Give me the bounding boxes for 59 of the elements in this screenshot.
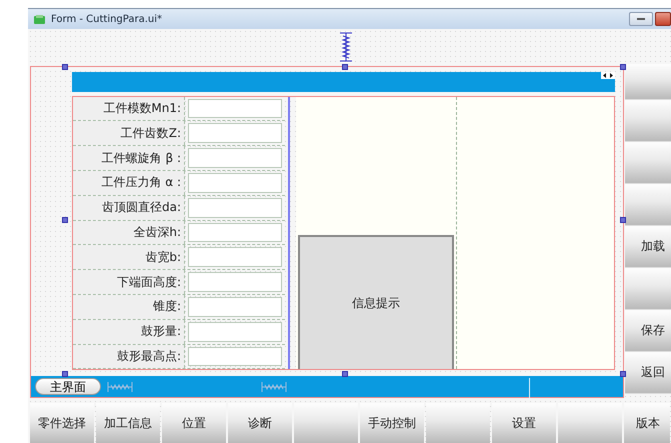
field-label: 下端面高度: <box>73 270 185 294</box>
field-label: 工件模数Mn1: <box>73 96 185 120</box>
nav-button[interactable]: 诊断 <box>228 403 292 443</box>
minimize-icon <box>637 18 645 20</box>
input-field[interactable] <box>188 297 282 317</box>
field-label: 锥度: <box>73 295 185 319</box>
field-label: 工件螺旋角 β : <box>73 146 185 170</box>
nav-button[interactable]: 版本 <box>624 403 670 443</box>
resize-handle[interactable] <box>62 217 68 223</box>
spacer-icon <box>338 32 352 62</box>
info-label: 信息提示 <box>352 294 400 312</box>
nav-button[interactable]: 加工信息 <box>96 403 160 443</box>
window-title: Form - CuttingPara.ui* <box>51 14 164 24</box>
input-field[interactable] <box>188 98 282 118</box>
field-label: 鼓形最高点: <box>73 344 185 368</box>
field-label: 工件齿数Z: <box>73 121 185 146</box>
nav-button[interactable] <box>558 403 622 443</box>
resize-handle[interactable] <box>620 217 626 223</box>
input-field[interactable] <box>188 346 282 366</box>
nav-button[interactable]: 设置 <box>492 403 556 443</box>
side-button[interactable] <box>625 268 671 310</box>
resize-handle[interactable] <box>62 64 68 70</box>
field-label: 全齿深h: <box>73 220 185 244</box>
spacer-icon <box>107 380 133 393</box>
nav-button[interactable] <box>294 403 358 443</box>
input-field[interactable] <box>188 123 282 144</box>
field-label: 工件压力角 α : <box>73 171 185 195</box>
resize-handle[interactable] <box>620 371 626 377</box>
input-field[interactable] <box>188 198 282 218</box>
side-button[interactable]: 加载 <box>625 226 671 268</box>
nav-button[interactable]: 位置 <box>162 403 226 443</box>
input-field[interactable] <box>188 148 282 168</box>
side-button[interactable] <box>625 184 671 226</box>
side-button[interactable]: 保存 <box>625 310 671 352</box>
side-button[interactable] <box>625 142 671 184</box>
resize-handle[interactable] <box>620 64 626 70</box>
resize-handle[interactable] <box>342 64 348 70</box>
spacer-icon <box>261 380 287 393</box>
side-button[interactable]: 返回 <box>625 352 671 394</box>
home-tab[interactable]: 主界面 <box>35 378 101 396</box>
field-label: 齿顶圆直径da: <box>73 196 185 220</box>
field-label: 鼓形量: <box>73 320 185 344</box>
input-field[interactable] <box>188 322 282 342</box>
form-icon <box>34 14 45 24</box>
resize-handle[interactable] <box>342 371 348 377</box>
nav-button[interactable]: 零件选择 <box>30 403 94 443</box>
close-button[interactable] <box>655 12 671 26</box>
side-button[interactable] <box>625 64 671 100</box>
nav-button[interactable]: 手动控制 <box>360 403 424 443</box>
field-label: 齿宽b: <box>73 245 185 270</box>
input-field[interactable] <box>188 272 282 292</box>
input-field[interactable] <box>188 222 282 242</box>
input-field[interactable] <box>188 173 282 193</box>
nav-button[interactable] <box>426 403 490 443</box>
scroll-arrows-icon[interactable] <box>601 72 615 79</box>
input-field[interactable] <box>188 247 282 268</box>
minimize-button[interactable] <box>629 12 653 26</box>
side-button[interactable] <box>625 100 671 142</box>
resize-handle[interactable] <box>62 371 68 377</box>
